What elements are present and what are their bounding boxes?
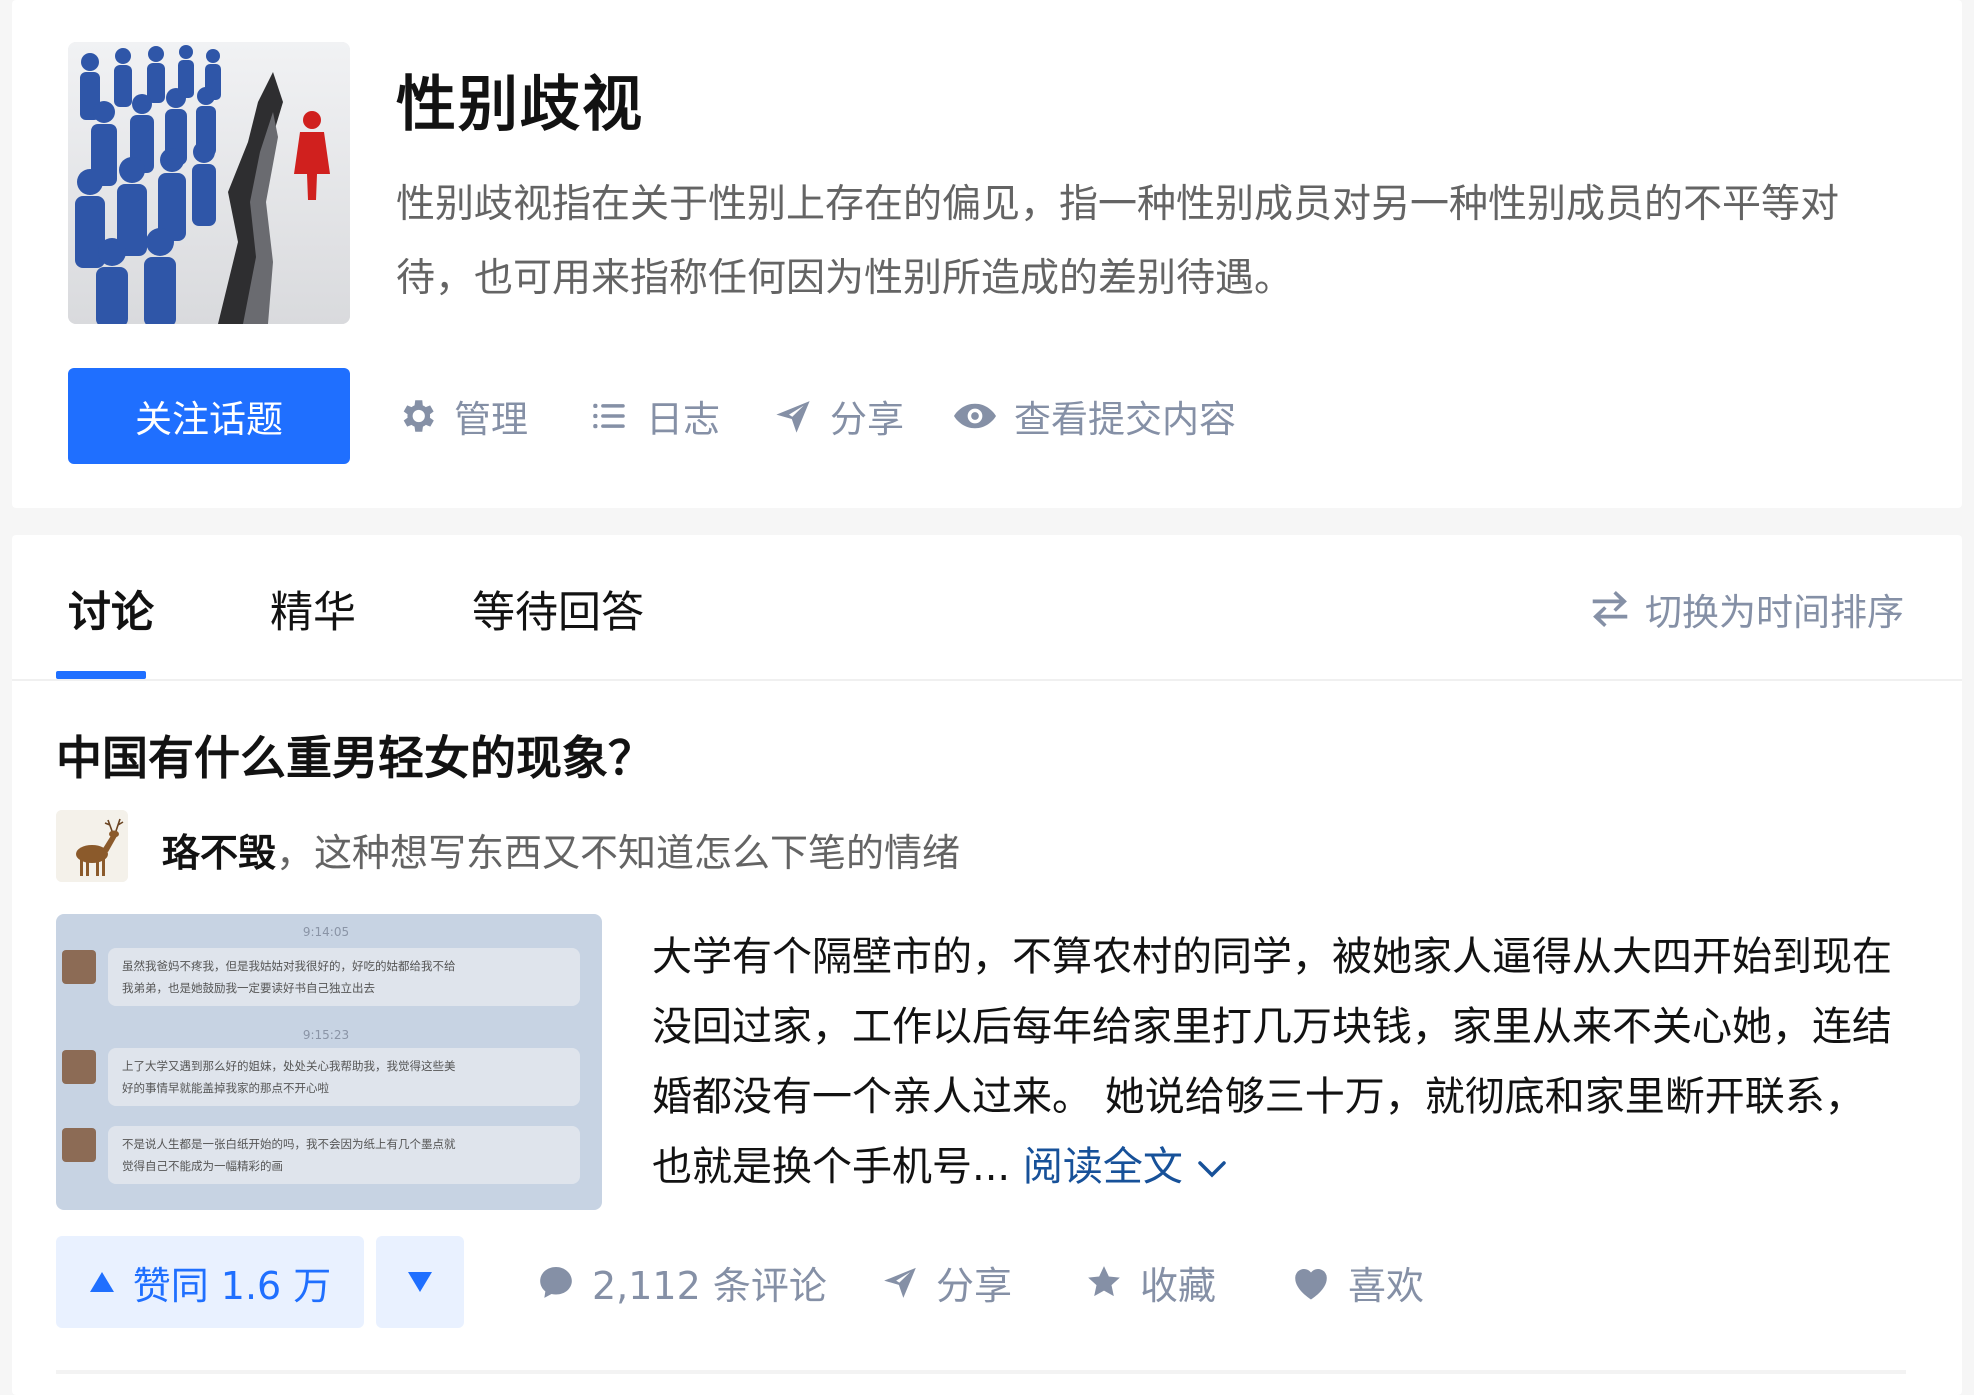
chat-message-1: 虽然我爸妈不疼我，但是我姑姑对我很好的，好吃的姑都给我不给: [122, 959, 456, 973]
deer-avatar-image: [56, 810, 128, 882]
comment-bubble-icon: [540, 1267, 572, 1298]
share-topic-button[interactable]: 分享: [772, 388, 904, 444]
chevron-down-icon: [1198, 1161, 1226, 1178]
gear-icon: [403, 400, 434, 432]
chat-message-2: 上了大学又遇到那么好的姐妹，处处关心我帮助我，我觉得这些美: [122, 1059, 456, 1073]
chat-message-3: 不是说人生都是一张白纸开始的吗，我不会因为纸上有几个墨点就: [122, 1137, 456, 1151]
swap-arrows-icon: [1592, 591, 1628, 627]
tab-waiting-answer[interactable]: 等待回答: [472, 578, 644, 640]
author-name[interactable]: 珞不毁: [162, 831, 276, 875]
collect-button[interactable]: 收藏: [1084, 1254, 1216, 1310]
crowd-split-image: [68, 42, 350, 324]
triangle-down-icon: [408, 1272, 432, 1292]
like-button[interactable]: 喜欢: [1290, 1254, 1424, 1310]
star-icon: [1088, 1266, 1120, 1297]
author-line: 珞不毁，这种想写东西又不知道怎么下笔的情绪: [162, 822, 960, 877]
vote-up-button[interactable]: 赞同 1.6 万: [56, 1236, 364, 1328]
log-button[interactable]: 日志: [588, 388, 720, 444]
view-submissions-label: 查看提交内容: [1014, 398, 1236, 441]
feed-item-divider: [56, 1370, 1906, 1374]
manage-button[interactable]: 管理: [396, 388, 528, 444]
chat-screenshot-image: 9:14:05 虽然我爸妈不疼我，但是我姑姑对我很好的，好吃的姑都给我不给 我弟…: [56, 914, 602, 1210]
sort-toggle-button[interactable]: 切换为时间排序: [1589, 582, 1904, 636]
triangle-up-icon: [89, 1272, 114, 1292]
share-answer-label: 分享: [936, 1263, 1013, 1308]
author-separator: ，: [276, 831, 315, 875]
comments-button[interactable]: 2,112 条评论: [536, 1254, 827, 1310]
share-topic-label: 分享: [830, 398, 904, 441]
answer-thumbnail[interactable]: 9:14:05 虽然我爸妈不疼我，但是我姑姑对我很好的，好吃的姑都给我不给 我弟…: [56, 914, 602, 1210]
topic-image: [68, 42, 350, 324]
manage-label: 管理: [454, 398, 528, 441]
read-more-label: 阅读全文: [1022, 1144, 1183, 1190]
collect-label: 收藏: [1140, 1263, 1217, 1308]
tabs-divider: [12, 679, 1962, 681]
follow-topic-button[interactable]: 关注话题: [68, 368, 350, 464]
comments-label: 2,112 条评论: [592, 1263, 827, 1308]
log-label: 日志: [646, 398, 720, 441]
topic-header-card: 性别歧视 性别歧视指在关于性别上存在的偏见，指一种性别成员对另一种性别成员的不平…: [12, 0, 1962, 508]
read-more-link[interactable]: 阅读全文: [1023, 1144, 1227, 1190]
paper-plane-icon: [776, 401, 810, 433]
list-icon: [593, 403, 625, 429]
question-title[interactable]: 中国有什么重男轻女的现象？: [56, 722, 654, 788]
chat-time-2: 9:15:23: [303, 1028, 349, 1042]
share-answer-button[interactable]: 分享: [880, 1254, 1012, 1310]
chat-time-1: 9:14:05: [303, 925, 349, 939]
paper-plane-icon: [884, 1267, 916, 1298]
like-label: 喜欢: [1348, 1263, 1425, 1308]
vote-up-label: 赞同 1.6 万: [132, 1263, 332, 1308]
active-tab-indicator: [56, 671, 146, 679]
tab-discussion[interactable]: 讨论: [68, 578, 154, 640]
author-bio: 这种想写东西又不知道怎么下笔的情绪: [314, 831, 961, 875]
topic-description: 性别歧视指在关于性别上存在的偏见，指一种性别成员对另一种性别成员的不平等对待，也…: [396, 182, 1840, 301]
topic-title: 性别歧视: [396, 70, 644, 140]
author-avatar[interactable]: [56, 810, 128, 882]
sort-toggle-label: 切换为时间排序: [1645, 591, 1904, 634]
vote-down-button[interactable]: [376, 1236, 464, 1328]
tab-featured[interactable]: 精华: [270, 578, 356, 640]
answer-excerpt[interactable]: 大学有个隔壁市的，不算农村的同学，被她家人逼得从大四开始到现在没回过家，工作以后…: [652, 922, 1892, 1202]
view-submissions-button[interactable]: 查看提交内容: [952, 388, 1236, 444]
eye-icon: [954, 403, 996, 429]
answer-excerpt-text: 大学有个隔壁市的，不算农村的同学，被她家人逼得从大四开始到现在没回过家，工作以后…: [652, 934, 1892, 1190]
heart-icon: [1295, 1269, 1327, 1300]
